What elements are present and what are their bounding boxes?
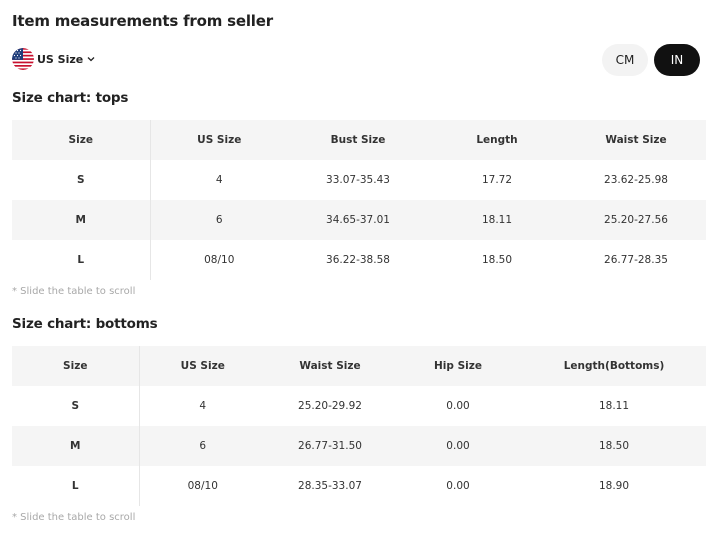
table-cell: 08/10 bbox=[187, 480, 218, 492]
table-cell: 28.35-33.07 bbox=[298, 480, 362, 492]
table-cell: 0.00 bbox=[446, 440, 470, 452]
table-header-row: Size US Size Waist Size Hip Size Length(… bbox=[12, 346, 706, 386]
page-title: Item measurements from seller bbox=[12, 12, 273, 30]
unit-toggle: CM IN bbox=[602, 44, 700, 76]
table-cell: 25.20-29.92 bbox=[298, 400, 362, 412]
tops-size-table[interactable]: Size US Size Bust Size Length Waist Size… bbox=[12, 120, 707, 280]
us-flag-icon bbox=[12, 48, 34, 70]
column-header: Waist Size bbox=[299, 360, 361, 372]
table-cell: 34.65-37.01 bbox=[326, 214, 390, 226]
chevron-down-icon bbox=[87, 57, 95, 62]
table-row: S 4 25.20-29.92 0.00 18.11 bbox=[12, 386, 706, 426]
table-cell: 4 bbox=[215, 174, 223, 186]
tops-section-title: Size chart: tops bbox=[12, 90, 129, 106]
table-cell: 18.50 bbox=[598, 440, 630, 452]
table-cell: 08/10 bbox=[204, 254, 235, 266]
bottoms-section-title: Size chart: bottoms bbox=[12, 316, 158, 332]
table-cell: L bbox=[12, 466, 140, 506]
scroll-hint: * Slide the table to scroll bbox=[12, 286, 136, 297]
column-header: Bust Size bbox=[330, 134, 386, 146]
table-cell: 26.77-28.35 bbox=[604, 254, 668, 266]
column-header: Size bbox=[12, 346, 140, 386]
table-cell: 4 bbox=[199, 400, 207, 412]
table-cell: 36.22-38.58 bbox=[326, 254, 390, 266]
column-header: Length bbox=[476, 134, 518, 146]
table-row: M 6 34.65-37.01 18.11 25.20-27.56 bbox=[12, 200, 706, 240]
size-chart-panel: Item measurements from seller US Size CM… bbox=[0, 0, 718, 540]
table-cell: S bbox=[12, 386, 140, 426]
table-cell: 0.00 bbox=[446, 400, 470, 412]
table-header-row: Size US Size Bust Size Length Waist Size bbox=[12, 120, 706, 160]
column-header: Length(Bottoms) bbox=[563, 360, 665, 372]
table-cell: 18.50 bbox=[481, 254, 513, 266]
table-row: L 08/10 36.22-38.58 18.50 26.77-28.35 bbox=[12, 240, 706, 280]
bottoms-size-table[interactable]: Size US Size Waist Size Hip Size Length(… bbox=[12, 346, 707, 506]
scroll-hint: * Slide the table to scroll bbox=[12, 512, 136, 523]
table-row: M 6 26.77-31.50 0.00 18.50 bbox=[12, 426, 706, 466]
table-cell: L bbox=[12, 240, 151, 280]
table-row: S 4 33.07-35.43 17.72 23.62-25.98 bbox=[12, 160, 706, 200]
table-cell: M bbox=[12, 200, 151, 240]
table-cell: 6 bbox=[199, 440, 207, 452]
table-cell: 18.11 bbox=[481, 214, 513, 226]
table-cell: 18.90 bbox=[598, 480, 630, 492]
column-header: US Size bbox=[197, 134, 242, 146]
unit-cm-button[interactable]: CM bbox=[602, 44, 648, 76]
table-cell: S bbox=[12, 160, 151, 200]
unit-in-button[interactable]: IN bbox=[654, 44, 700, 76]
table-cell: 0.00 bbox=[446, 480, 470, 492]
table-row: L 08/10 28.35-33.07 0.00 18.90 bbox=[12, 466, 706, 506]
table-cell: 26.77-31.50 bbox=[298, 440, 362, 452]
table-cell: 18.11 bbox=[598, 400, 630, 412]
table-cell: 33.07-35.43 bbox=[326, 174, 390, 186]
column-header: US Size bbox=[180, 360, 225, 372]
size-system-label: US Size bbox=[37, 52, 84, 66]
table-cell: 23.62-25.98 bbox=[604, 174, 668, 186]
column-header: Waist Size bbox=[605, 134, 667, 146]
column-header: Hip Size bbox=[434, 360, 482, 372]
table-cell: M bbox=[12, 426, 140, 466]
table-cell: 17.72 bbox=[481, 174, 513, 186]
size-system-dropdown[interactable]: US Size bbox=[12, 48, 96, 70]
table-cell: 6 bbox=[215, 214, 223, 226]
column-header: Size bbox=[12, 120, 151, 160]
table-cell: 25.20-27.56 bbox=[604, 214, 668, 226]
